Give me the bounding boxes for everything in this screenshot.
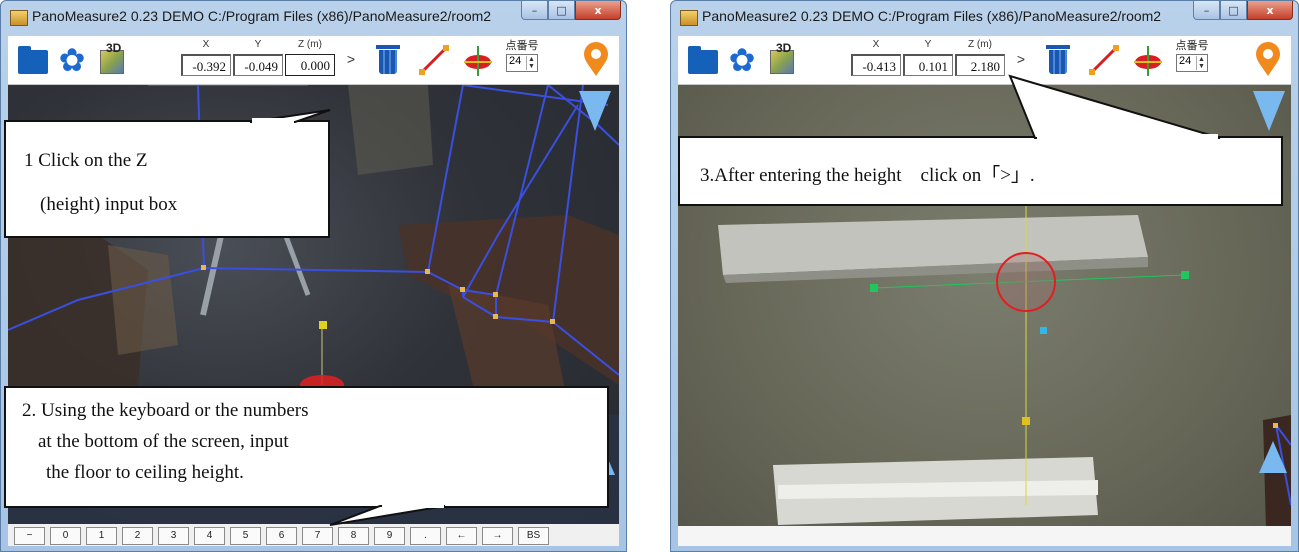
gear-icon[interactable]: ✿ (724, 42, 760, 78)
key-7[interactable]: 7 (302, 527, 333, 545)
3d-view-icon[interactable]: 3D (94, 41, 130, 78)
key-6[interactable]: 6 (266, 527, 297, 545)
toolbar: ✿ 3D X Y Z (m) -0.413 0.101 2.180 > 点番号 … (678, 36, 1291, 85)
line-tool-icon[interactable] (1086, 42, 1122, 78)
gear-icon[interactable]: ✿ (54, 42, 90, 78)
z-height-field[interactable]: 0.000 (285, 54, 335, 76)
z-label: Z (m) (298, 39, 322, 50)
close-button[interactable]: x (1247, 1, 1293, 20)
map-pin-icon[interactable] (1250, 42, 1286, 78)
app-icon (680, 10, 698, 26)
title-bar[interactable]: PanoMeasure2 0.23 DEMO C:/Program Files … (0, 0, 627, 36)
callout-step-2: 2. Using the keyboard or the numbers at … (4, 386, 609, 508)
window-title: PanoMeasure2 0.23 DEMO C:/Program Files … (32, 8, 492, 24)
callout-step-2-line3: the floor to ceiling height. (46, 462, 244, 483)
x-coordinate-field[interactable]: -0.413 (851, 54, 901, 76)
key-right-arrow[interactable]: → (482, 527, 513, 545)
3d-label: 3D (106, 41, 122, 55)
callout-step-3-text: 3.After entering the height click on「>」. (700, 165, 1035, 186)
key-left-arrow[interactable]: ← (446, 527, 477, 545)
point-number-spinner[interactable]: 24 ▲ ▼ (1176, 54, 1208, 72)
spinner-arrows-icon[interactable]: ▲ ▼ (1196, 56, 1206, 70)
y-label: Y (254, 39, 262, 50)
scroll-up-arrow-icon[interactable] (579, 91, 611, 131)
callout-step-3: 3.After entering the height click on「>」. (678, 136, 1283, 206)
numeric-keypad: − 0 1 2 3 4 5 6 7 8 9 . ← → BS (8, 524, 619, 546)
x-coordinate-field[interactable]: -0.392 (181, 54, 231, 76)
status-bar (678, 526, 1291, 546)
key-backspace[interactable]: BS (518, 527, 549, 545)
point-number-value: 24 (1179, 55, 1192, 67)
spinner-arrows-icon[interactable]: ▲ ▼ (526, 56, 536, 70)
maximize-button[interactable]: □ (1220, 1, 1247, 20)
next-button[interactable]: > (341, 51, 361, 75)
callout-step-2-line1: 2. Using the keyboard or the numbers (22, 400, 309, 421)
key-2[interactable]: 2 (122, 527, 153, 545)
key-8[interactable]: 8 (338, 527, 369, 545)
callout-step-1-line1: 1 Click on the Z (24, 150, 148, 171)
z-label: Z (m) (968, 39, 992, 50)
key-3[interactable]: 3 (158, 527, 189, 545)
callout-step-1-line2: (height) input box (40, 194, 178, 215)
key-4[interactable]: 4 (194, 527, 225, 545)
next-button[interactable]: > (1011, 51, 1031, 75)
folder-icon[interactable] (684, 42, 720, 78)
y-coordinate-field[interactable]: -0.049 (233, 54, 283, 76)
key-1[interactable]: 1 (86, 527, 117, 545)
map-pin-icon[interactable] (578, 42, 614, 78)
close-button[interactable]: x (575, 1, 621, 20)
3d-label: 3D (776, 41, 792, 55)
minimize-button[interactable]: – (521, 1, 548, 20)
title-bar[interactable]: PanoMeasure2 0.23 DEMO C:/Program Files … (670, 0, 1299, 36)
plane-icon[interactable] (460, 42, 496, 78)
scroll-up-arrow-icon[interactable] (1253, 91, 1285, 131)
3d-view-icon[interactable]: 3D (764, 41, 800, 78)
key-decimal[interactable]: . (410, 527, 441, 545)
point-number-value: 24 (509, 55, 522, 67)
folder-icon[interactable] (14, 42, 50, 78)
y-label: Y (924, 39, 932, 50)
app-icon (10, 10, 28, 26)
key-0[interactable]: 0 (50, 527, 81, 545)
key-9[interactable]: 9 (374, 527, 405, 545)
z-height-field[interactable]: 2.180 (955, 54, 1005, 76)
y-coordinate-field[interactable]: 0.101 (903, 54, 953, 76)
point-number-label: 点番号 (505, 39, 539, 52)
minimize-button[interactable]: – (1193, 1, 1220, 20)
key-5[interactable]: 5 (230, 527, 261, 545)
key-minus[interactable]: − (14, 527, 45, 545)
scroll-down-arrow-icon[interactable] (1259, 441, 1287, 473)
x-label: X (202, 39, 210, 50)
x-label: X (872, 39, 880, 50)
plane-icon[interactable] (1130, 42, 1166, 78)
maximize-button[interactable]: □ (548, 1, 575, 20)
trash-icon[interactable] (370, 42, 406, 78)
window-controls: – □ x (1193, 1, 1293, 20)
callout-step-2-line2: at the bottom of the screen, input (38, 431, 289, 452)
toolbar: ✿ 3D X Y Z (m) -0.392 -0.049 0.000 > 点番号… (8, 36, 619, 85)
line-tool-icon[interactable] (416, 42, 452, 78)
window-title: PanoMeasure2 0.23 DEMO C:/Program Files … (702, 8, 1162, 24)
point-number-label: 点番号 (1175, 39, 1209, 52)
trash-icon[interactable] (1040, 42, 1076, 78)
point-number-spinner[interactable]: 24 ▲ ▼ (506, 54, 538, 72)
callout-step-1: 1 Click on the Z (height) input box (4, 120, 330, 238)
window-right: PanoMeasure2 0.23 DEMO C:/Program Files … (670, 0, 1299, 552)
window-controls: – □ x (521, 1, 621, 20)
